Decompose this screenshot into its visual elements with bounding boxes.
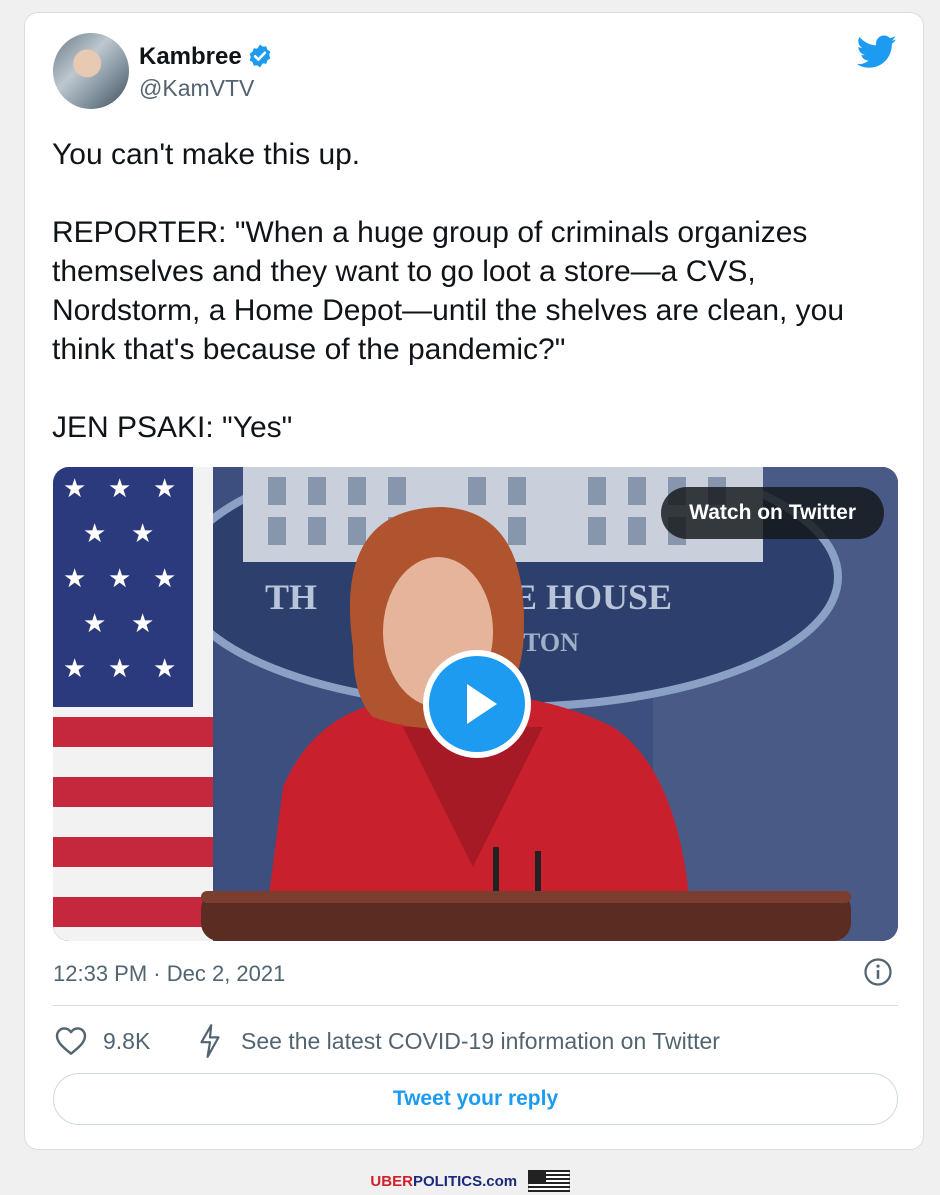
svg-text:★: ★ <box>108 654 131 684</box>
tweet-reply-button[interactable]: Tweet your reply <box>53 1073 898 1125</box>
bolt-icon <box>200 1024 220 1058</box>
svg-text:★: ★ <box>108 564 131 594</box>
watermark-brand: UBERPOLITICS.com <box>370 1173 517 1190</box>
video-player[interactable]: TH E HOUSE TON ★★★ ★★ ★★★ ★★ ★★★ <box>53 467 898 941</box>
watermark-brand-uber: UBER <box>370 1172 413 1190</box>
heart-icon[interactable] <box>55 1026 87 1056</box>
twitter-bird-icon[interactable] <box>857 35 897 69</box>
svg-text:★: ★ <box>131 609 154 639</box>
like-count[interactable]: 9.8K <box>103 1028 150 1055</box>
verified-badge-icon <box>249 44 271 68</box>
watermark-brand-politics: POLITICS <box>412 1172 483 1190</box>
svg-text:★: ★ <box>153 654 176 684</box>
svg-text:★: ★ <box>63 654 86 684</box>
author-name[interactable]: Kambree <box>139 43 242 71</box>
svg-text:★: ★ <box>108 474 131 504</box>
tweet-timestamp[interactable]: 12:33 PM · Dec 2, 2021 <box>53 961 285 987</box>
author-handle[interactable]: @KamVTV <box>139 75 254 102</box>
covid-info-link[interactable]: See the latest COVID-19 information on T… <box>241 1028 720 1055</box>
divider <box>53 1005 898 1006</box>
flag-icon <box>527 1170 570 1192</box>
avatar[interactable] <box>53 33 129 109</box>
tweet-card: Kambree @KamVTV You can't make this up. … <box>24 12 924 1150</box>
svg-text:★: ★ <box>63 564 86 594</box>
watermark-brand-domain: .com <box>482 1172 518 1190</box>
play-button-fill <box>429 656 525 752</box>
play-icon <box>467 684 497 724</box>
svg-text:★: ★ <box>83 519 106 549</box>
svg-text:★: ★ <box>83 609 106 639</box>
svg-text:★: ★ <box>153 474 176 504</box>
backdrop-text-right: E HOUSE <box>513 577 672 617</box>
play-button[interactable] <box>423 650 531 758</box>
watch-on-twitter-button[interactable]: Watch on Twitter <box>661 487 884 539</box>
backdrop-text-lower: TON <box>523 628 579 657</box>
tweet-text: You can't make this up. REPORTER: "When … <box>52 138 845 444</box>
svg-text:★: ★ <box>153 564 176 594</box>
backdrop-text-left: TH <box>265 577 317 617</box>
info-icon[interactable] <box>863 957 893 987</box>
watermark: UBERPOLITICS.com <box>0 1170 940 1195</box>
svg-text:★: ★ <box>131 519 154 549</box>
svg-text:★: ★ <box>63 474 86 504</box>
